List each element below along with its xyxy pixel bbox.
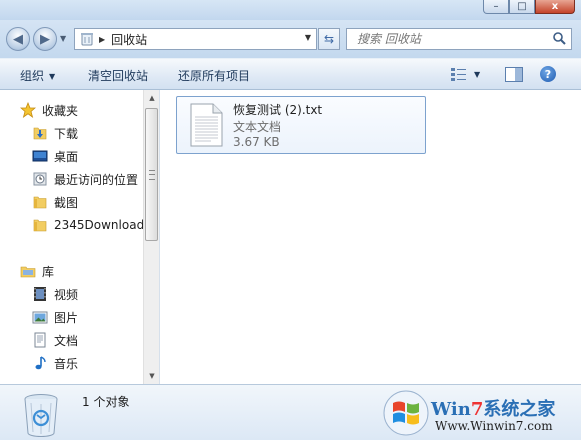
- organize-label: 组织: [20, 69, 45, 83]
- scroll-up-icon[interactable]: ▲: [144, 90, 159, 106]
- forward-button[interactable]: ▶: [33, 27, 57, 51]
- watermark-brand-suffix: 系统之家: [483, 399, 556, 420]
- windows-logo-icon: [383, 389, 429, 440]
- folder-icon: [32, 217, 48, 233]
- breadcrumb-location[interactable]: 回收站: [111, 31, 147, 48]
- folder-icon: [32, 194, 48, 210]
- library-icon: [20, 263, 36, 279]
- recent-places-icon: [32, 171, 48, 187]
- preview-pane-icon: [505, 67, 523, 82]
- nav-item-pictures[interactable]: 图片: [32, 306, 78, 328]
- navigation-bar: ◀ ▶ ▼ ▶ 回收站 ▼ ⇆: [0, 20, 581, 58]
- file-size: 3.67 KB: [233, 135, 280, 149]
- nav-item-label: 图片: [54, 310, 79, 325]
- video-library-icon: [32, 286, 48, 302]
- nav-item-label: 视频: [54, 287, 79, 302]
- grip-icon: [149, 170, 155, 180]
- nav-item-label: 音乐: [54, 356, 79, 371]
- view-options-icon: [451, 68, 466, 81]
- restore-all-button[interactable]: 还原所有项目: [178, 67, 250, 84]
- documents-library-icon: [32, 332, 48, 348]
- nav-libraries-label: 库: [42, 264, 55, 279]
- text-file-icon: [189, 103, 223, 150]
- search-input[interactable]: [357, 32, 537, 46]
- refresh-icon: ⇆: [323, 32, 335, 46]
- nav-favorites[interactable]: 收藏夹: [20, 99, 78, 121]
- maximize-button[interactable]: □: [509, 0, 535, 14]
- minimize-button[interactable]: –: [483, 0, 509, 14]
- file-list: 恢复测试 (2).txt 文本文档 3.67 KB: [160, 90, 581, 384]
- breadcrumb-separator-icon[interactable]: ▶: [99, 35, 105, 44]
- watermark-brand: Win7系统之家: [431, 395, 555, 421]
- window-controls: – □ x: [483, 0, 575, 14]
- watermark-brand-num: 7: [470, 399, 484, 420]
- empty-recycle-bin-button[interactable]: 清空回收站: [88, 67, 148, 84]
- nav-item-label: 截图: [54, 195, 79, 210]
- scroll-thumb[interactable]: [145, 108, 158, 241]
- nav-item-label: 2345Downloads: [54, 218, 151, 232]
- recycle-bin-icon: [20, 391, 62, 440]
- recent-pages-dropdown-icon[interactable]: ▼: [60, 34, 66, 43]
- title-bar: – □ x: [0, 0, 581, 20]
- nav-item-label: 最近访问的位置: [54, 172, 139, 187]
- search-box[interactable]: [346, 28, 572, 50]
- address-history-dropdown-icon[interactable]: ▼: [305, 33, 311, 42]
- nav-item-label: 桌面: [54, 149, 79, 164]
- preview-pane-button[interactable]: [505, 67, 523, 85]
- nav-item-documents[interactable]: 文档: [32, 329, 78, 351]
- nav-item-label: 文档: [54, 333, 79, 348]
- desktop-icon: [32, 148, 48, 164]
- back-button[interactable]: ◀: [6, 27, 30, 51]
- view-dropdown-icon[interactable]: ▼: [474, 70, 480, 79]
- refresh-button[interactable]: ⇆: [318, 28, 340, 50]
- back-arrow-icon: ◀: [13, 31, 23, 47]
- watermark-url: Www.Winwin7.com: [435, 419, 553, 433]
- recycle-bin-small-icon: [79, 32, 95, 46]
- help-icon[interactable]: ?: [540, 66, 556, 82]
- nav-item-music[interactable]: 音乐: [32, 352, 78, 374]
- change-view-button[interactable]: [450, 66, 468, 85]
- nav-item-label: 下载: [54, 126, 79, 141]
- organize-menu[interactable]: 组织 ▼: [20, 67, 55, 84]
- star-icon: [20, 102, 36, 118]
- details-pane: 1 个对象 Win7系统之家 Www.Winwin7.com: [0, 384, 581, 440]
- nav-item-videos[interactable]: 视频: [32, 283, 78, 305]
- forward-arrow-icon: ▶: [40, 31, 50, 47]
- search-icon[interactable]: [552, 31, 566, 48]
- nav-item-downloads[interactable]: 下载: [32, 122, 78, 144]
- file-type: 文本文档: [233, 120, 282, 134]
- scroll-down-icon[interactable]: ▼: [144, 368, 159, 384]
- nav-item-recent-places[interactable]: 最近访问的位置: [32, 168, 138, 190]
- chevron-down-icon: ▼: [49, 72, 56, 81]
- address-bar[interactable]: ▶ 回收站 ▼: [74, 28, 317, 50]
- nav-scrollbar[interactable]: ▲ ▼: [143, 90, 159, 384]
- pictures-library-icon: [32, 309, 48, 325]
- command-bar: 组织 ▼ 清空回收站 还原所有项目 ▼ ?: [0, 58, 581, 90]
- download-folder-icon: [32, 125, 48, 141]
- nav-libraries[interactable]: 库: [20, 260, 54, 282]
- nav-item-desktop[interactable]: 桌面: [32, 145, 78, 167]
- watermark-brand-prefix: Win: [431, 399, 471, 420]
- file-tile[interactable]: 恢复测试 (2).txt 文本文档 3.67 KB: [176, 96, 426, 154]
- watermark: Win7系统之家 Www.Winwin7.com: [383, 389, 579, 439]
- object-count: 1 个对象: [82, 395, 130, 409]
- nav-item-screenshots[interactable]: 截图: [32, 191, 78, 213]
- file-name: 恢复测试 (2).txt: [233, 103, 323, 117]
- navigation-pane: 收藏夹 下载 桌面 最近访问的位置 截图 2345Downloads 库 视频 …: [0, 90, 160, 384]
- close-button[interactable]: x: [535, 0, 575, 14]
- music-library-icon: [32, 355, 48, 371]
- nav-favorites-label: 收藏夹: [42, 103, 79, 118]
- nav-item-2345downloads[interactable]: 2345Downloads: [32, 214, 150, 236]
